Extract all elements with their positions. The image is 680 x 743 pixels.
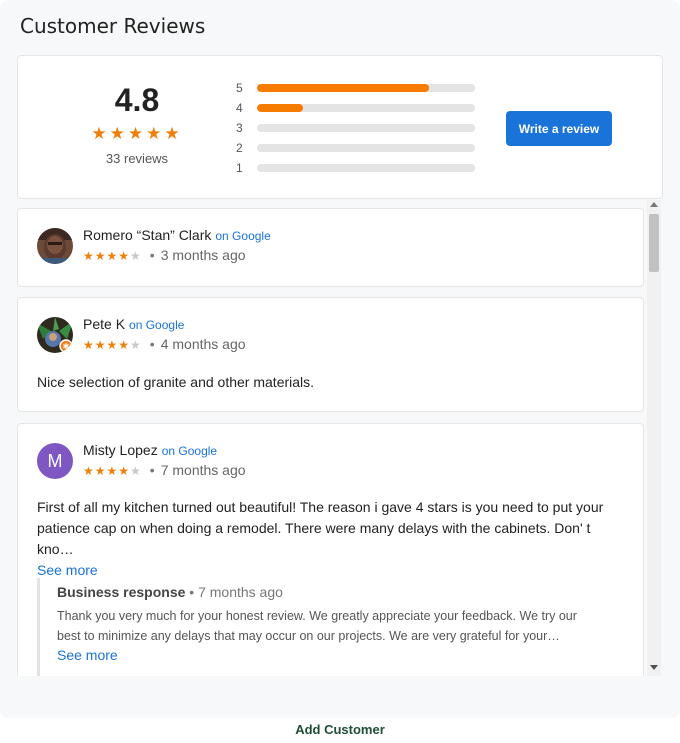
- rating-bar-label: 5: [236, 81, 243, 95]
- business-response-text: Thank you very much for your honest revi…: [57, 609, 577, 643]
- person-photo-icon: [37, 228, 73, 264]
- rating-bar-label: 1: [236, 161, 243, 175]
- panel-title: Customer Reviews: [20, 14, 206, 38]
- write-review-button[interactable]: Write a review: [506, 111, 612, 146]
- separator-dot: •: [149, 247, 155, 263]
- review-source[interactable]: on Google: [162, 444, 217, 458]
- review-meta: ★★★★★ • 7 months ago: [83, 462, 246, 478]
- average-stars: ★★★★★: [91, 124, 183, 143]
- reviews-list[interactable]: Romero “Stan” Clark on Google ★★★★★ • 3 mon…: [17, 200, 663, 676]
- business-response-label: Business response: [57, 584, 186, 600]
- review-card: Romero “Stan” Clark on Google ★★★★★ • 3 mon…: [17, 208, 644, 287]
- separator-dot: •: [149, 336, 155, 352]
- separator-dot: •: [149, 462, 155, 478]
- review-text: First of all my kitchen turned out beaut…: [37, 499, 604, 557]
- reviews-panel: Customer Reviews 4.8 ★★★★★ 33 reviews 5 …: [0, 0, 680, 718]
- review-source[interactable]: on Google: [129, 318, 184, 332]
- review-time: 7 months ago: [160, 462, 246, 478]
- review-stars: ★★★★★: [83, 464, 142, 478]
- reviewer-name: Romero “Stan” Clark: [83, 227, 212, 243]
- review-stars: ★★★★★: [83, 338, 142, 352]
- avatar-letter: M: [47, 450, 63, 471]
- reviewer-name: Misty Lopez: [83, 442, 158, 458]
- rating-summary: 4.8 ★★★★★ 33 reviews 5 4 3 2 1 Write a r…: [17, 55, 663, 199]
- review-text: Nice selection of granite and other mate…: [37, 374, 315, 390]
- person-photo-with-badge-icon: ✱: [37, 317, 73, 353]
- review-stars: ★★★★★: [83, 249, 142, 263]
- business-response-time: 7 months ago: [198, 584, 283, 600]
- review-source[interactable]: on Google: [215, 229, 270, 243]
- review-count: 33 reviews: [105, 151, 169, 166]
- review-meta: ★★★★★ • 3 months ago: [83, 247, 246, 263]
- avatar[interactable]: M: [37, 443, 73, 479]
- review-meta: ★★★★★ • 4 months ago: [83, 336, 246, 352]
- see-more-link[interactable]: See more: [57, 647, 597, 663]
- avatar[interactable]: ✱: [37, 317, 73, 353]
- separator-dot: •: [189, 584, 195, 600]
- svg-text:✱: ✱: [63, 342, 70, 351]
- scroll-thumb[interactable]: [649, 214, 659, 272]
- scrollbar[interactable]: [647, 200, 661, 676]
- review-card: ✱ Pete Kon Google ★★★★★ • 4 months ago Nic…: [17, 297, 644, 412]
- rating-bar-label: 4: [236, 101, 243, 115]
- review-time: 4 months ago: [160, 336, 246, 352]
- add-customer-link[interactable]: Add Customer: [0, 722, 680, 737]
- scroll-up-arrow-icon[interactable]: [650, 202, 658, 207]
- review-time: 3 months ago: [160, 247, 246, 263]
- business-response: Business response • 7 months ago Thank y…: [37, 578, 597, 676]
- reviewer-name: Pete K: [83, 316, 126, 332]
- scroll-down-arrow-icon[interactable]: [650, 665, 658, 670]
- average-rating: 4.8: [114, 82, 160, 118]
- avatar[interactable]: [37, 228, 73, 264]
- review-card: M Misty Lopez on Google ★★★★★ • 7 months ag…: [17, 423, 644, 676]
- rating-bar-fill: [257, 84, 430, 92]
- rating-bar-label: 3: [236, 121, 243, 135]
- rating-bar-label: 2: [236, 141, 243, 155]
- rating-bar-fill: [257, 104, 303, 112]
